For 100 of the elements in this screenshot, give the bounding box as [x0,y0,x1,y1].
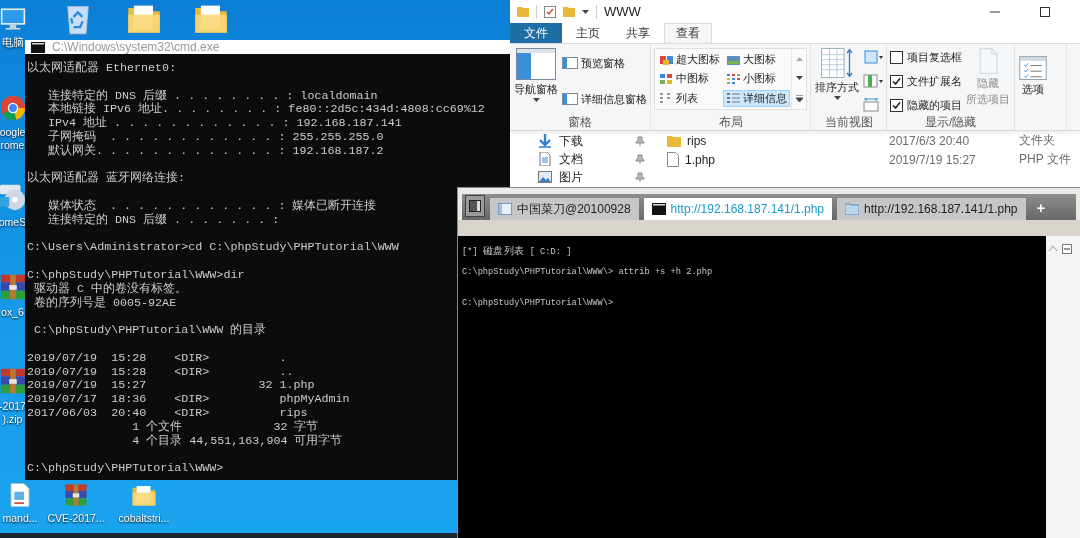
view-icon [726,73,741,85]
checkbox-label: 文件扩展名 [907,74,962,88]
layout-option[interactable]: 列表 [656,89,723,107]
console-line: 2019/07/19 15:27 32 1.php [27,379,315,394]
layout-option[interactable]: 小图标 [723,70,790,88]
console-line: [*] 磁盘列表 [ C:D: ] [462,245,572,259]
console-line: 2019/07/17 18:36 <DIR> phpMyAdmin [27,393,350,407]
pin-icon[interactable] [635,136,645,146]
checkbox[interactable] [890,74,903,88]
scroll-up-icon[interactable] [795,56,803,61]
file-type: 文件夹 [1019,132,1056,149]
file-name: rips [687,133,707,148]
layout-option[interactable]: 详细信息 [723,89,790,107]
nav-item[interactable]: 文档 [510,150,655,168]
sort-icon [821,48,853,78]
console-line: 连接特定的 DNS 后缀 . . . . . . . . : localdomain [47,89,378,103]
icon-label: -2017 [0,400,26,413]
browser-tab[interactable]: 中国菜刀@20100928 [490,198,639,220]
caret-icon [532,98,540,102]
disc-icon[interactable] [0,182,28,212]
browser-tab[interactable]: http://192.168.187.141/1.php [837,198,1026,220]
column-width-icon[interactable] [863,74,883,88]
archive-icon[interactable] [0,272,28,302]
pin-icon[interactable] [635,154,645,164]
window-title: WWW [604,4,641,19]
window-title: C:\Windows\system32\cmd.exe [52,40,220,54]
console-line: 以太网适配器 Ethernet0: [27,62,177,76]
column-icon[interactable] [863,50,883,64]
new-tab-button[interactable]: + [1030,199,1052,220]
icon-label: oogle [0,126,26,139]
scroll-up-icon[interactable] [1048,244,1058,252]
console-line: C:\phpStudy\PHPTutorial\WWW> [27,462,224,476]
layout-option[interactable]: 超大图标 [656,51,723,69]
console-line: 媒体状态 . . . . . . . . . . . . : 媒体已断开连接 [47,199,377,213]
computer-icon[interactable] [0,6,26,32]
sort-button[interactable]: 排序方式 [814,48,860,114]
console-line: C:\phpStudy\PHPTutorial\WWW\> attrib +s +h 2.php [462,266,713,279]
icon-label: ox_6 [1,306,24,319]
nav-item[interactable]: 图片 [510,168,655,186]
console-line: 子网掩码 . . . . . . . . . . . . : 255.255.255.0 [47,131,384,144]
pane-icon [562,57,578,69]
checkbox[interactable] [890,98,903,112]
document-icon[interactable] [7,482,33,508]
folder-icon [667,134,681,147]
file-date: 2017/6/3 20:40 [889,133,971,148]
page-icon [978,48,998,74]
ribbon-tab[interactable]: 查看 [664,23,712,43]
view-icon [659,73,674,85]
window-icon [498,203,512,215]
pin-icon[interactable] [635,172,645,182]
file-type: PHP 文件 [1019,151,1072,168]
view-icon [659,53,674,66]
icon-label: ).zip [2,413,23,426]
console-line: C:\phpStudy\PHPTutorial\WWW\> [462,297,614,310]
ribbon-tab[interactable]: 共享 [614,23,662,43]
panel-toggle-button[interactable] [465,195,485,217]
console-icon [651,203,666,215]
console-line: 2017/06/03 20:40 <DIR> rips [27,406,308,420]
pane-button[interactable]: 预览窗格 [562,55,647,71]
group-label: 窗格 [567,115,593,130]
navigation-pane-button[interactable]: 导航窗格 [513,48,559,114]
caret-icon [582,9,589,14]
ribbon-tab[interactable]: 主页 [564,23,612,43]
console-line: 2019/07/19 15:28 <DIR> .. [27,365,294,380]
file-icon [667,152,679,167]
console-line: 驱动器 C 中的卷没有标签。 [33,282,188,296]
console-line: 2019/07/19 15:28 <DIR> . [27,351,287,366]
file-menu-tab[interactable]: 文件 [510,23,562,43]
console-line: C:\Users\Administrator>cd C:\phpStudy\PHPTutorial\WWW [27,241,399,256]
browser-icon[interactable] [0,94,27,122]
console-line: 默认网关. . . . . . . . . . . . . : 192.168.187.2 [47,144,384,159]
file-row[interactable]: 1.php 2019/7/19 15:27 PHP 文件 [667,150,1080,169]
view-icon [726,92,741,105]
group-label: 当前视图 [823,115,874,130]
console-line: 1 个文件 32 字节 [131,420,319,434]
icon-label: mand... [2,512,38,525]
fit-columns-icon[interactable] [863,98,879,112]
collapse-icon[interactable] [1062,244,1072,254]
layout-option[interactable]: 中图标 [656,70,723,88]
console-line: IPv4 地址 . . . . . . . . . . . . : 192.168.187.141 [47,117,402,131]
console-line: 卷的序列号是 0005-92AE [33,296,177,311]
maximize-icon[interactable] [1040,6,1050,17]
file-row[interactable]: rips 2017/6/3 20:40 文件夹 [667,131,1080,150]
options-button[interactable]: 选项 [1018,48,1048,114]
pane-button[interactable]: 详细信息窗格 [562,91,647,107]
console-line: 连接特定的 DNS 后缀 . . . . . . . : [47,213,280,228]
layout-option[interactable]: 大图标 [723,51,790,69]
download-icon [538,134,552,148]
expand-icon[interactable] [795,94,803,102]
group-label: 布局 [717,115,744,130]
checkbox[interactable] [890,50,903,64]
icon-label: CVE-2017... [47,512,105,525]
archive-icon[interactable] [63,482,89,508]
view-icon [726,53,741,66]
pane-icon [562,93,578,105]
icon-label: 电脑 [1,36,24,49]
nav-item[interactable]: 下载 [510,132,655,150]
options-icon [1019,56,1047,80]
caret-icon [833,96,841,100]
archive-icon[interactable] [0,366,28,396]
